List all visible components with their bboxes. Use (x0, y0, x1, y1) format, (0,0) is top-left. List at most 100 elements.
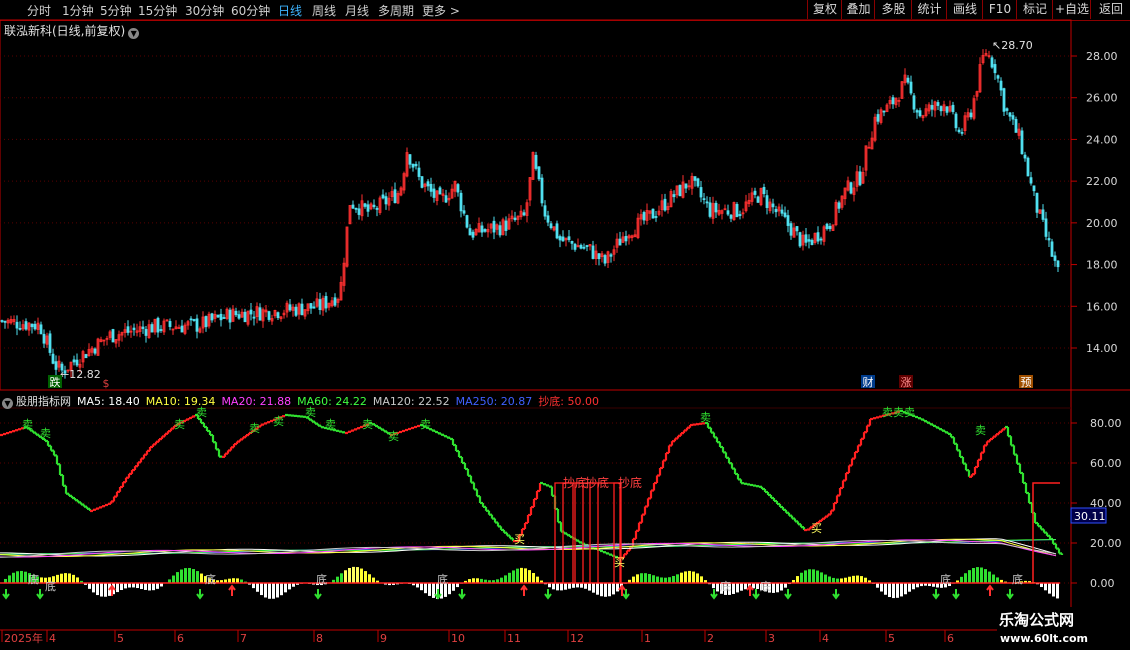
volume-bar (88, 583, 91, 589)
volume-bar (192, 569, 195, 583)
candle-body (381, 194, 385, 199)
volume-bar (256, 583, 259, 592)
candle-body (939, 106, 943, 112)
bottom-label: 底 (720, 579, 731, 593)
candle-body (618, 238, 622, 246)
candle-body (72, 359, 76, 363)
buy-label: 买 (811, 522, 822, 535)
candle-body (570, 241, 574, 244)
volume-bar (280, 583, 283, 596)
candle-body (555, 223, 559, 239)
volume-bar (64, 573, 67, 583)
month-label: 9 (380, 632, 387, 645)
candle-body (267, 311, 271, 320)
volume-bar (964, 573, 967, 583)
green-down-arrow (832, 589, 840, 600)
candle-body (366, 204, 370, 212)
volume-bar (420, 583, 423, 591)
bottom-label: 底 (1012, 572, 1023, 586)
candle-body (804, 234, 808, 243)
volume-bar (744, 583, 747, 590)
candle-body (438, 187, 442, 195)
candle-body (729, 214, 733, 219)
candle-body (891, 97, 895, 105)
volume-bar (736, 583, 739, 593)
volume-bar (888, 583, 891, 598)
volume-bar (92, 583, 95, 593)
month-label: 10 (451, 632, 465, 645)
candle-body (276, 312, 280, 319)
chevron-down-icon[interactable]: ▼ (2, 398, 13, 409)
candle-body (1011, 115, 1015, 120)
volume-bar (652, 575, 655, 583)
volume-bar (712, 583, 715, 589)
stock-chart[interactable]: 28.0026.0024.0022.0020.0018.0016.0014.00… (0, 0, 1130, 650)
candle-body (219, 313, 223, 321)
volume-bar (848, 576, 851, 583)
candle-body (999, 80, 1003, 91)
candle-body (228, 309, 232, 323)
candle-body (252, 316, 256, 319)
candle-body (1035, 192, 1039, 213)
volume-bar (864, 577, 867, 583)
volume-bar (104, 583, 107, 597)
volume-bar (844, 577, 847, 583)
indicator-name[interactable]: 股朋指标网 (16, 395, 71, 408)
chart-title[interactable]: 联泓新科(日线,前复权) ▼ (4, 22, 140, 39)
candle-body (837, 202, 841, 209)
marker-die: 跌 (50, 375, 61, 389)
candle-body (465, 215, 469, 228)
volume-bar (120, 583, 123, 591)
ma-legend-item: MA120: 22.52 (372, 395, 450, 408)
candle-body (1026, 157, 1030, 177)
buy-label: 买 (614, 556, 625, 569)
candle-body (33, 323, 37, 330)
candle-body (354, 207, 358, 210)
candle-body (1014, 119, 1018, 133)
volume-bar (344, 570, 347, 583)
candle-body (18, 328, 22, 330)
volume-bar (76, 577, 79, 583)
candle-body (696, 178, 700, 187)
volume-bar (124, 583, 127, 589)
candle-body (882, 110, 886, 113)
marker-yu: 预 (1021, 376, 1032, 389)
candle-body (708, 202, 712, 217)
volume-bar (632, 576, 635, 583)
candle-body (624, 235, 628, 242)
candle-body (258, 307, 262, 321)
candle-body (663, 198, 667, 211)
candle-body (654, 216, 658, 218)
volume-bar (172, 575, 175, 583)
volume-bar (68, 573, 71, 583)
volume-bar (148, 583, 151, 591)
volume-bar (980, 567, 983, 583)
candle-body (411, 163, 415, 168)
candle-body (234, 310, 238, 316)
volume-bar (776, 583, 779, 593)
volume-bar (996, 577, 999, 583)
volume-bar (716, 583, 719, 592)
candle-body (1023, 154, 1027, 159)
volume-bar (912, 583, 915, 590)
chevron-down-icon[interactable]: ▼ (128, 28, 140, 39)
candle-body (144, 328, 148, 336)
candle-body (798, 232, 802, 247)
candle-body (582, 246, 586, 249)
volume-bar (596, 583, 599, 595)
green-down-arrow (932, 589, 940, 600)
candle-body (471, 231, 475, 238)
marker-cai: 财 (863, 375, 874, 389)
volume-bar (756, 583, 759, 590)
price-tick-label: 28.00 (1086, 50, 1118, 63)
sell-label: 卖 (975, 424, 986, 437)
volume-bar (908, 583, 911, 592)
candle-body (504, 220, 508, 231)
candle-body (93, 348, 97, 354)
candle-body (756, 196, 760, 203)
candle-body (243, 311, 247, 323)
candle-body (372, 204, 376, 208)
candle-body (393, 189, 397, 204)
volume-bar (900, 583, 903, 597)
volume-bar (140, 583, 143, 589)
